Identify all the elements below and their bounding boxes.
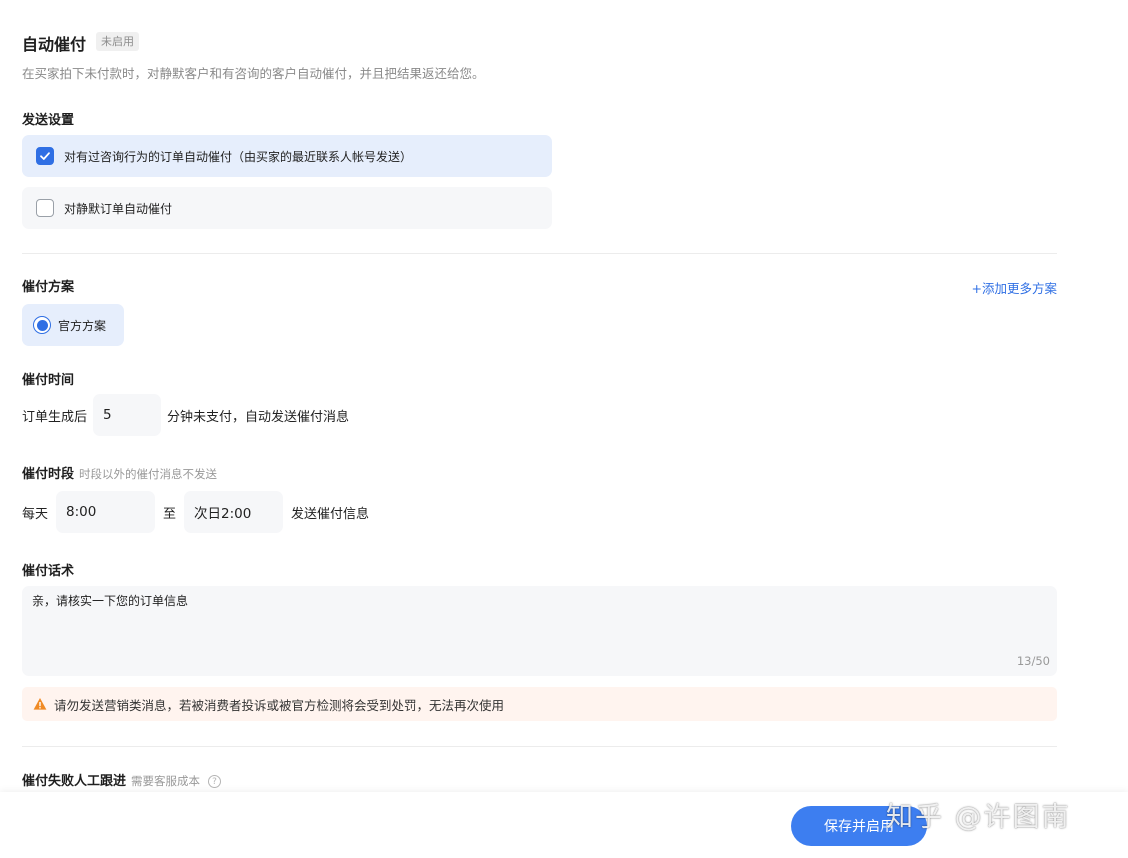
- start-time-input[interactable]: 8:00: [56, 491, 156, 533]
- script-title: 催付话术: [22, 564, 75, 579]
- add-more-plans-link[interactable]: +添加更多方案: [972, 278, 1057, 297]
- section-divider: [22, 253, 1057, 254]
- option-silent-orders[interactable]: 对静默订单自动催付: [22, 187, 552, 229]
- script-text: 亲，请核实一下您的订单信息: [32, 594, 189, 608]
- warning-icon: [33, 698, 47, 710]
- plan-option-official-label: 官方方案: [58, 318, 107, 333]
- timing-row: 订单生成后 5 分钟未支付，自动发送催付消息: [22, 394, 349, 436]
- option-consulted-orders[interactable]: 对有过咨询行为的订单自动催付（由买家的最近联系人帐号发送）: [22, 135, 552, 177]
- section-divider: [22, 746, 1057, 747]
- timing-prefix: 订单生成后: [22, 409, 88, 425]
- period-suffix: 发送催付信息: [291, 506, 370, 522]
- warning-banner: 请勿发送营销类消息，若被消费者投诉或被官方检测将会受到处罚，无法再次使用: [22, 687, 1057, 721]
- status-badge: 未启用: [96, 32, 139, 51]
- checkbox-checked-icon[interactable]: [36, 147, 54, 165]
- timing-suffix: 分钟未支付，自动发送催付消息: [167, 409, 350, 425]
- plan-title: 催付方案: [22, 280, 75, 295]
- char-counter: 13/50: [1016, 654, 1050, 668]
- fallback-title-text: 催付失败人工跟进: [22, 774, 127, 789]
- script-textarea[interactable]: 亲，请核实一下您的订单信息 13/50: [22, 586, 1057, 676]
- checkbox-unchecked-icon[interactable]: [36, 199, 54, 217]
- send-settings-title: 发送设置: [22, 113, 75, 128]
- watermark: 知乎 @许图南: [886, 802, 1071, 833]
- option-silent-orders-label: 对静默订单自动催付: [64, 201, 173, 216]
- period-hint: 时段以外的催付消息不发送: [79, 467, 218, 481]
- period-title-text: 催付时段: [22, 467, 75, 482]
- option-consulted-orders-label: 对有过咨询行为的订单自动催付（由买家的最近联系人帐号发送）: [64, 149, 413, 164]
- period-title: 催付时段 时段以外的催付消息不发送: [22, 463, 217, 482]
- end-time-input[interactable]: 次日2:00: [184, 491, 284, 533]
- help-icon[interactable]: ?: [208, 775, 222, 788]
- minutes-input[interactable]: 5: [93, 394, 162, 436]
- period-row: 每天 8:00 至 次日2:00 发送催付信息: [22, 491, 369, 533]
- period-to: 至: [163, 506, 177, 522]
- radio-selected-icon[interactable]: [33, 316, 51, 334]
- warning-text: 请勿发送营销类消息，若被消费者投诉或被官方检测将会受到处罚，无法再次使用: [54, 697, 505, 713]
- fallback-title: 催付失败人工跟进 需要客服成本?: [22, 770, 222, 789]
- fallback-hint: 需要客服成本: [131, 774, 201, 788]
- plan-option-official[interactable]: 官方方案: [22, 304, 124, 346]
- page-description: 在买家拍下未付款时，对静默客户和有咨询的客户自动催付，并且把结果返还给您。: [22, 66, 485, 81]
- page-title: 自动催付: [22, 35, 87, 54]
- timing-title: 催付时间: [22, 373, 75, 388]
- period-prefix: 每天: [22, 506, 49, 522]
